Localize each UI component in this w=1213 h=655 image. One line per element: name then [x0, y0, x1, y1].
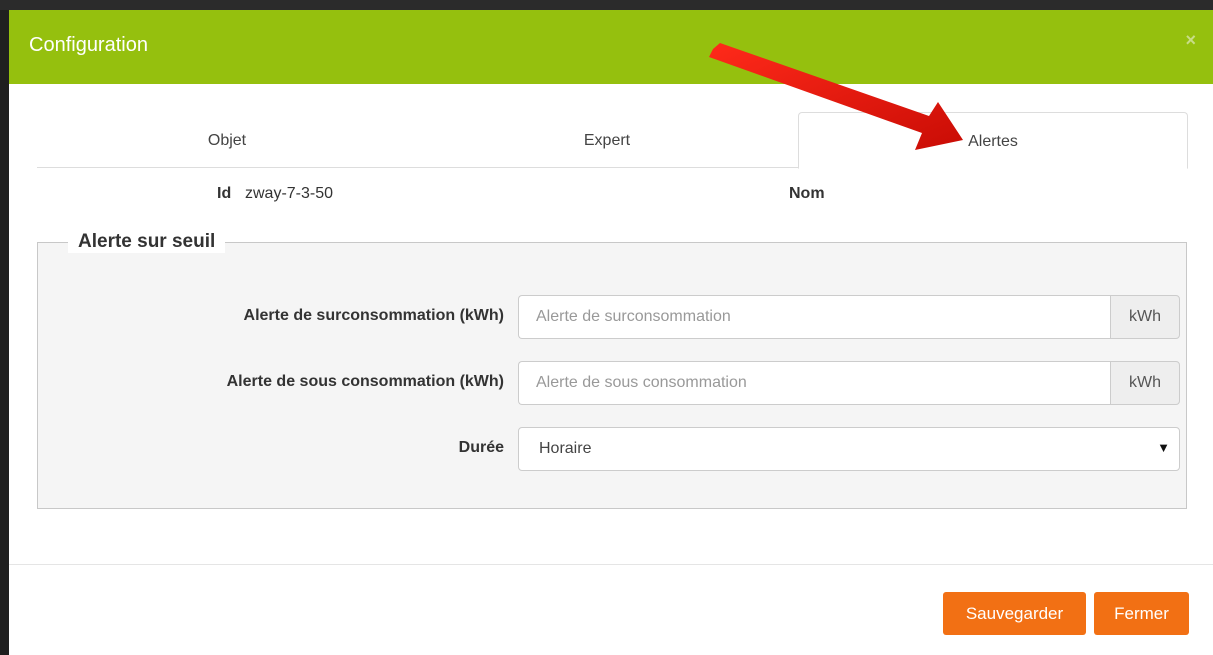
tab-divider: [37, 167, 798, 168]
footer-divider: [9, 564, 1213, 565]
duration-label: Durée: [458, 439, 504, 456]
close-icon[interactable]: ×: [1185, 30, 1196, 51]
tab-alertes[interactable]: Alertes: [798, 112, 1188, 169]
underconsumption-group: kWh: [518, 361, 1180, 405]
overconsumption-label: Alerte de surconsommation (kWh): [243, 307, 504, 324]
underconsumption-input[interactable]: [518, 361, 1110, 405]
close-button[interactable]: Fermer: [1094, 592, 1189, 635]
duration-select-value: Horaire: [539, 440, 592, 457]
id-value: zway-7-3-50: [245, 185, 334, 202]
fieldset-legend: Alerte sur seuil: [68, 231, 226, 253]
tab-expert[interactable]: Expert: [417, 112, 797, 167]
modal-title: Configuration: [29, 34, 148, 56]
save-button[interactable]: Sauvegarder: [943, 592, 1086, 635]
tab-bar: Objet Expert Alertes: [37, 112, 1189, 169]
overconsumption-group: kWh: [518, 295, 1180, 339]
configuration-modal: Configuration × Objet Expert Alertes Id …: [9, 10, 1213, 655]
id-label: Id: [217, 185, 232, 202]
overconsumption-unit: kWh: [1110, 295, 1180, 339]
modal-header: Configuration ×: [9, 10, 1213, 84]
chevron-down-icon: ▼: [1157, 440, 1170, 455]
duration-select[interactable]: Horaire ▼: [518, 427, 1180, 471]
threshold-alert-fieldset: Alerte sur seuil Alerte de surconsommati…: [37, 231, 1187, 509]
overconsumption-input[interactable]: [518, 295, 1110, 339]
name-label: Nom: [789, 185, 825, 202]
tab-objet[interactable]: Objet: [37, 112, 417, 167]
underconsumption-unit: kWh: [1110, 361, 1180, 405]
page-backdrop: [0, 0, 1213, 10]
underconsumption-label: Alerte de sous consommation (kWh): [226, 373, 504, 390]
